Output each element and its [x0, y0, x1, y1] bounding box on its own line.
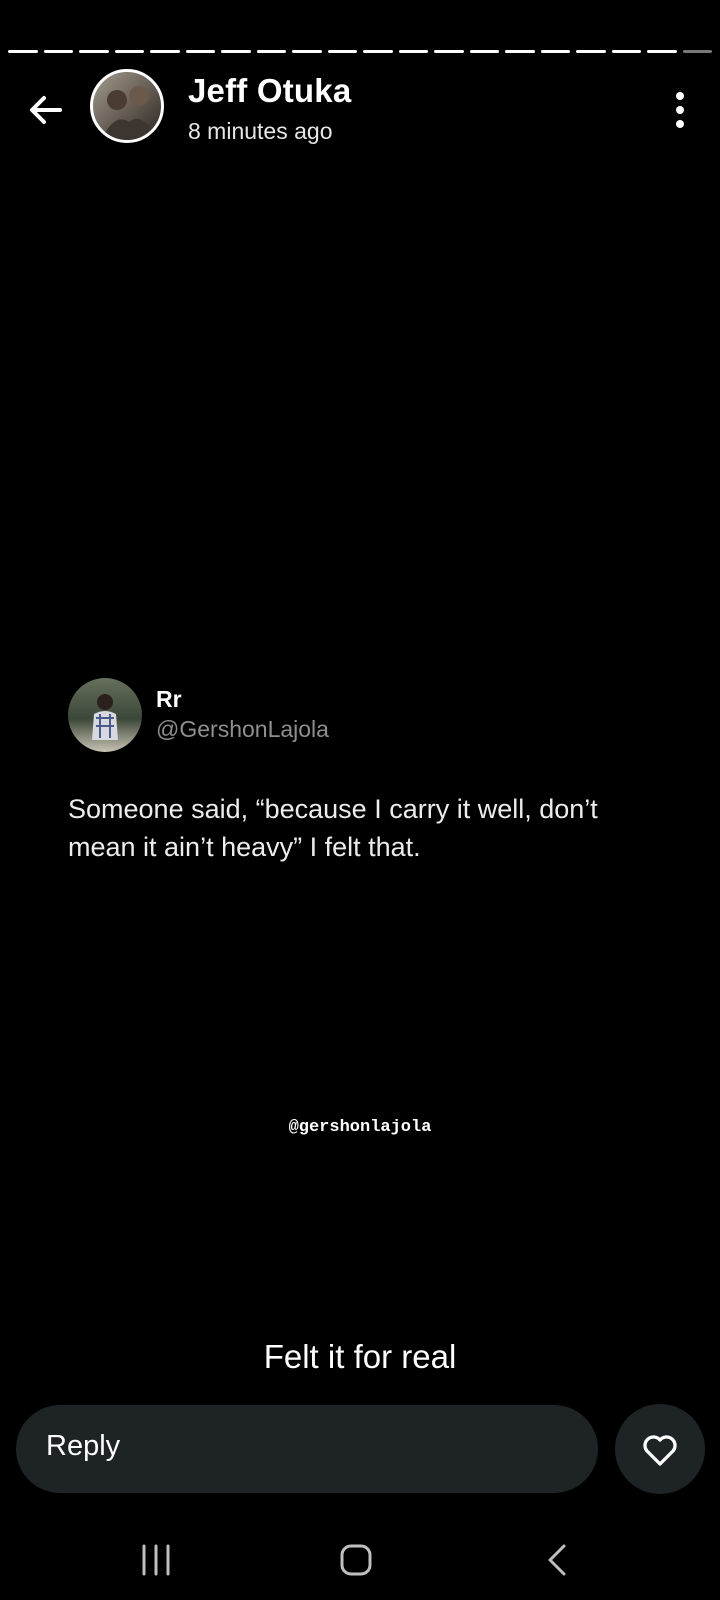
reply-field[interactable]: Reply: [16, 1405, 598, 1493]
progress-segment: [150, 50, 180, 53]
progress-segment: [8, 50, 38, 53]
avatar-photo: [101, 86, 157, 140]
progress-segment: [327, 50, 357, 53]
tweet-avatar-photo: [92, 694, 118, 740]
progress-segment: [434, 50, 464, 53]
progress-segment: [221, 50, 251, 53]
progress-segment: [292, 50, 322, 53]
progress-segment: [469, 50, 499, 53]
watermark: @gershonlajola: [288, 1118, 432, 1137]
story-caption: Felt it for real: [263, 1338, 457, 1375]
progress-segment: [576, 50, 606, 53]
nav-back-icon: [548, 1544, 566, 1576]
progress-segment: [611, 50, 641, 53]
progress-segment: [505, 50, 535, 53]
home-button[interactable]: [336, 1540, 376, 1580]
progress-segment: [647, 50, 677, 53]
tweet-avatar: [68, 678, 142, 752]
tweet-text: Someone said, “because I carry it well, …: [68, 794, 598, 862]
recents-icon: [142, 1544, 170, 1576]
arrow-left-icon: [30, 96, 62, 124]
story-header: Jeff Otuka 8 minutes ago: [0, 68, 720, 148]
author-avatar[interactable]: [90, 69, 164, 143]
progress-segment: [363, 50, 393, 53]
progress-segment: [256, 50, 286, 53]
tweet-display-name: Rr: [156, 686, 182, 712]
progress-segment: [185, 50, 215, 53]
progress-segment: [540, 50, 570, 53]
author-name[interactable]: Jeff Otuka: [188, 72, 351, 110]
reply-placeholder: Reply: [46, 1430, 121, 1462]
story-progress-bar: [8, 50, 712, 53]
progress-segment: [114, 50, 144, 53]
home-icon: [340, 1544, 372, 1576]
more-options-button[interactable]: [674, 90, 686, 130]
progress-segment: [398, 50, 428, 53]
recents-button[interactable]: [136, 1540, 176, 1580]
tweet-handle: @GershonLajola: [156, 716, 329, 742]
progress-segment: [43, 50, 73, 53]
nav-back-button[interactable]: [538, 1540, 578, 1580]
like-button[interactable]: [615, 1404, 705, 1494]
post-time: 8 minutes ago: [188, 118, 333, 144]
progress-segment: [79, 50, 109, 53]
heart-icon: [643, 1435, 677, 1466]
back-button[interactable]: [24, 88, 68, 132]
progress-segment: [682, 50, 712, 53]
system-nav-bar: [0, 1530, 720, 1590]
more-vertical-icon: [676, 92, 684, 128]
